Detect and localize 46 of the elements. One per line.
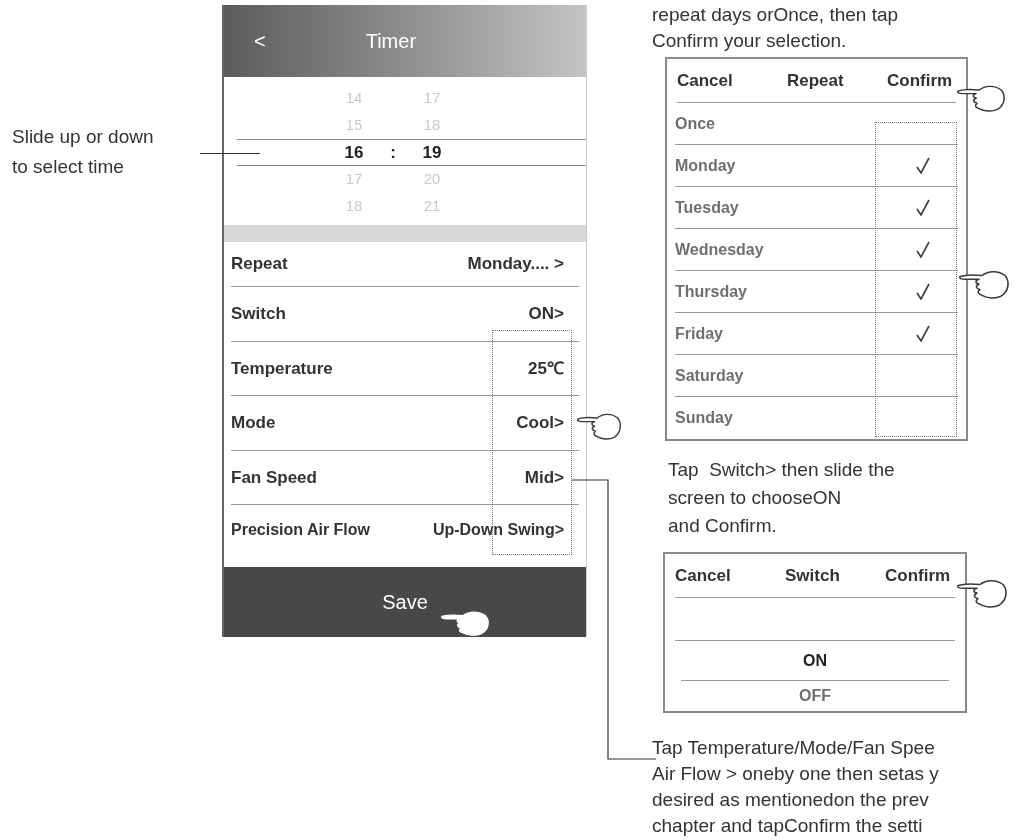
back-button[interactable]: <: [254, 31, 266, 51]
setting-value[interactable]: Up-Down Swing>: [432, 518, 564, 542]
setting-value[interactable]: 25℃: [528, 355, 564, 381]
instruction-text: Tap Temperature/Mode/Fan Spee Air Flow > oneby one then setas y desired as mentionedon the prev chapter and tapConfirm the setti: [652, 736, 940, 838]
day-option[interactable]: Saturday: [675, 355, 958, 397]
instruction-text: repeat days orOnce, then tap Confirm your selection.: [652, 3, 900, 53]
confirm-button[interactable]: Confirm: [887, 67, 953, 94]
instruction-text: Tap Switch> then slide the screen to chooseON and Confirm.: [668, 458, 896, 538]
switch-option[interactable]: OFF: [681, 681, 949, 711]
setting-label: Precision Air Flow: [231, 520, 370, 540]
dialog-title: Repeat: [787, 69, 845, 92]
leader-line: [200, 153, 260, 154]
save-button[interactable]: Save: [224, 567, 586, 637]
setting-label: Switch: [231, 303, 286, 325]
setting-value[interactable]: Monday.... >: [467, 251, 564, 277]
confirm-button[interactable]: Confirm: [885, 562, 951, 589]
switch-option[interactable]: ON: [681, 641, 949, 681]
day-option[interactable]: Friday: [675, 313, 958, 355]
dialog-title: Switch: [785, 564, 841, 587]
day-option[interactable]: Once: [675, 103, 958, 145]
tick-icon: [916, 283, 930, 300]
tick-icon: [916, 157, 930, 174]
setting-label: Temperature: [231, 357, 333, 380]
setting-label: Mode: [231, 412, 276, 434]
tick-icon: [916, 199, 930, 216]
day-option[interactable]: Sunday: [675, 397, 958, 439]
day-option[interactable]: Monday: [675, 145, 958, 187]
cancel-button[interactable]: Cancel: [675, 562, 785, 589]
pointing-hand-icon: [440, 609, 490, 637]
setting-label: Fan Speed: [231, 466, 317, 489]
picker-hour: 16: [343, 141, 365, 164]
tick-icon: [916, 325, 930, 342]
setting-value[interactable]: Mid>: [524, 464, 564, 490]
annotation-text: Slide up or down to select time: [12, 125, 155, 179]
setting-label: Repeat: [231, 253, 288, 276]
setting-value[interactable]: Cool>: [516, 410, 564, 436]
day-option[interactable]: Wednesday: [675, 229, 958, 271]
tick-icon: [916, 241, 930, 258]
cancel-button[interactable]: Cancel: [677, 67, 787, 94]
screen-title: Timer: [365, 29, 417, 54]
day-option[interactable]: Thursday: [675, 271, 958, 313]
picker-separator: :: [390, 141, 396, 164]
day-option[interactable]: Tuesday: [675, 187, 958, 229]
picker-row[interactable]: 16 : 19: [237, 139, 586, 166]
setting-value[interactable]: ON>: [528, 301, 564, 327]
picker-minute: 19: [421, 141, 443, 164]
